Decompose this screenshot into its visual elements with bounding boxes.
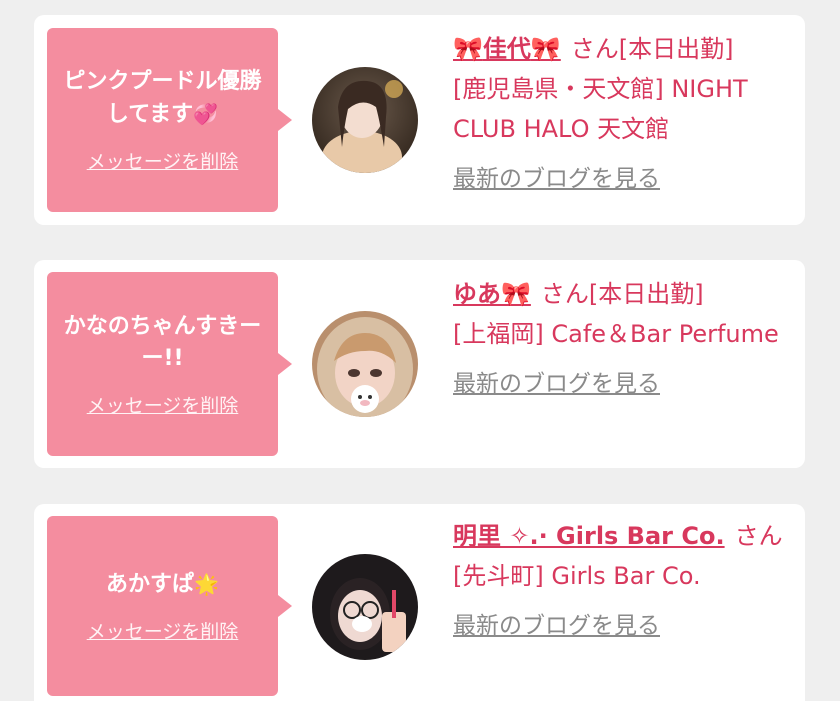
work-status: [本日出勤] <box>618 35 734 63</box>
delete-message-button[interactable]: メッセージを削除 <box>87 391 239 418</box>
message-bubble: かなのちゃんすきーー!! メッセージを削除 <box>47 272 292 456</box>
sender-name-link[interactable]: ゆあ🎀 <box>453 280 531 308</box>
latest-blog-link[interactable]: 最新のブログを見る <box>453 159 799 199</box>
sender-name-link[interactable]: 明里 ✧.· Girls Bar Co. <box>453 522 725 550</box>
sender-info: 🎀佳代🎀 さん[本日出勤] [鹿児島県・天文館] NIGHT CLUB HALO … <box>453 29 799 199</box>
avatar[interactable] <box>312 554 418 660</box>
message-text: かなのちゃんすきーー!! <box>47 311 278 375</box>
work-status: [本日出勤] <box>588 280 704 308</box>
delete-message-button[interactable]: メッセージを削除 <box>87 147 239 174</box>
message-text: あかすぱ🌟 <box>96 568 229 601</box>
message-text: ピンクプードル優勝してます💞 <box>47 66 278 131</box>
honorific: さん <box>540 280 589 308</box>
avatar[interactable] <box>312 311 418 417</box>
ribbon-icon: 🎀 <box>530 35 561 63</box>
star-icon: 🌟 <box>194 572 219 596</box>
hearts-icon: 💞 <box>193 102 219 126</box>
message-bubble: ピンクプードル優勝してます💞 メッセージを削除 <box>47 28 292 212</box>
store-location: [鹿児島県・天文館] NIGHT CLUB HALO 天文館 <box>453 75 748 143</box>
message-list: ピンクプードル優勝してます💞 メッセージを削除 🎀佳代🎀 さん[本日出勤] [鹿… <box>0 0 840 701</box>
message-bubble: あかすぱ🌟 メッセージを削除 <box>47 516 292 696</box>
ribbon-icon: 🎀 <box>501 280 531 308</box>
sender-info: 明里 ✧.· Girls Bar Co. さん [先斗町] Girls Bar C… <box>453 516 799 646</box>
message-body: あかすぱ <box>106 572 195 597</box>
sender-name: ゆあ <box>453 280 501 308</box>
honorific: さん <box>734 522 783 550</box>
message-card: あかすぱ🌟 メッセージを削除 明里 ✧.· Girls Bar Co. さん [先… <box>34 504 805 701</box>
sender-info: ゆあ🎀 さん[本日出勤] [上福岡] Cafe＆Bar Perfume 最新のブロ… <box>453 274 799 404</box>
message-body: ピンクプードル優勝してます <box>63 69 262 127</box>
message-card: かなのちゃんすきーー!! メッセージを削除 ゆあ🎀 さん[本日出勤] [上福岡] … <box>34 260 805 468</box>
delete-message-button[interactable]: メッセージを削除 <box>87 617 239 644</box>
ribbon-icon: 🎀 <box>453 35 483 63</box>
message-body: かなのちゃんすきーー!! <box>63 313 262 371</box>
message-card: ピンクプードル優勝してます💞 メッセージを削除 🎀佳代🎀 さん[本日出勤] [鹿… <box>34 15 805 225</box>
sender-name-link[interactable]: 🎀佳代🎀 <box>453 35 561 63</box>
store-location: [先斗町] Girls Bar Co. <box>453 562 701 590</box>
sender-name: 佳代 <box>482 35 531 63</box>
latest-blog-link[interactable]: 最新のブログを見る <box>453 606 799 646</box>
honorific: さん <box>570 35 619 63</box>
latest-blog-link[interactable]: 最新のブログを見る <box>453 364 799 404</box>
store-location: [上福岡] Cafe＆Bar Perfume <box>453 320 779 348</box>
avatar[interactable] <box>312 67 418 173</box>
